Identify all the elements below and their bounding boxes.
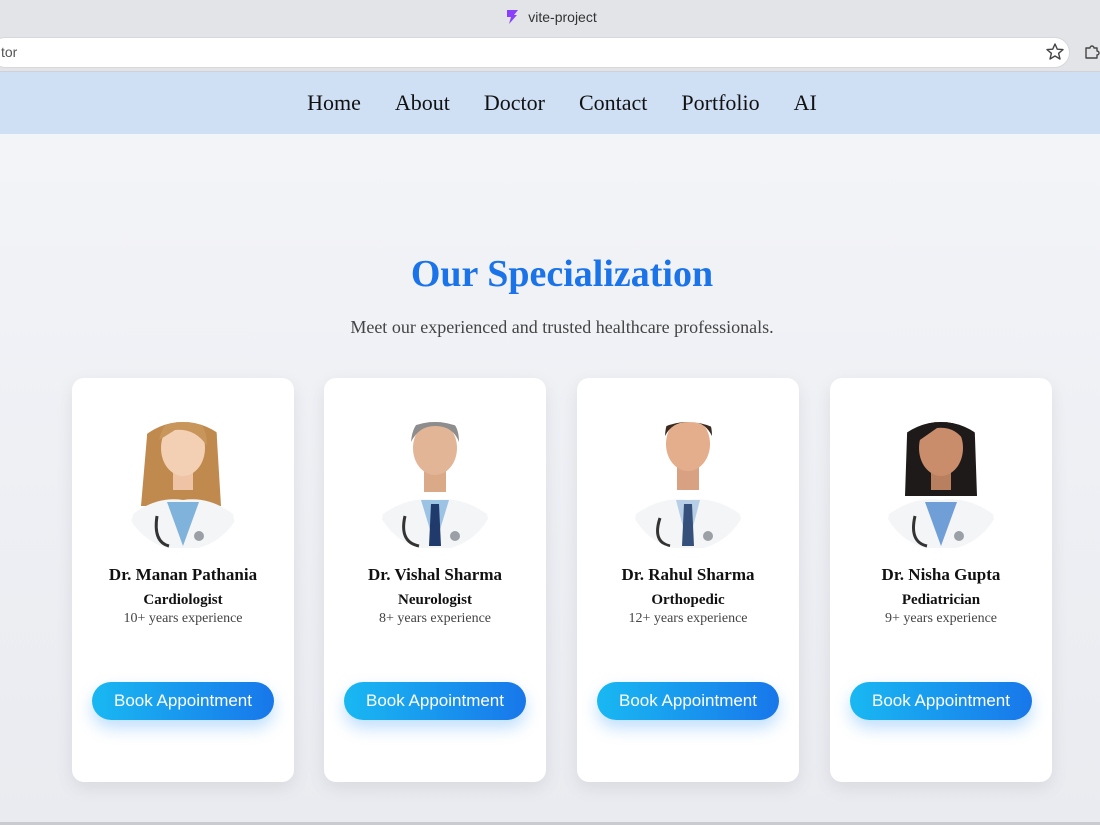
doctor-experience: 12+ years experience: [628, 611, 748, 626]
extensions-puzzle-icon[interactable]: [1082, 42, 1100, 62]
specialization-section: Our Specialization Meet our experienced …: [0, 134, 1100, 822]
book-appointment-button[interactable]: Book Appointment: [344, 682, 526, 720]
doctor-specialty: Neurologist: [398, 592, 472, 608]
doctor-specialty: Pediatrician: [901, 592, 981, 608]
doctor-experience: 9+ years experience: [884, 611, 998, 626]
doctor-specialty: Cardiologist: [143, 592, 223, 608]
doctor-name: Dr. Manan Pathania: [108, 565, 258, 584]
nav-home[interactable]: Home: [307, 90, 361, 116]
doctor-photo-avatar: [121, 422, 245, 548]
doctor-name: Dr. Rahul Sharma: [621, 565, 755, 584]
nav-doctor[interactable]: Doctor: [484, 90, 545, 116]
book-appointment-button[interactable]: Book Appointment: [597, 682, 779, 720]
tab-title-text: vite-project: [528, 9, 597, 25]
doctor-specialty: Orthopedic: [651, 592, 725, 608]
section-title: Our Specialization: [410, 253, 714, 295]
section-subtitle: Meet our experienced and trusted healthc…: [350, 317, 774, 337]
book-appointment-button[interactable]: Book Appointment: [850, 682, 1032, 720]
nav-about[interactable]: About: [395, 90, 450, 116]
doctor-experience: 10+ years experience: [123, 611, 243, 626]
book-appointment-button[interactable]: Book Appointment: [92, 682, 274, 720]
address-bar-row: tor: [0, 34, 1100, 72]
doctor-card: Dr. Manan Pathania Cardiologist 10+ year…: [72, 378, 294, 782]
browser-tab[interactable]: vite-project: [0, 0, 1100, 34]
nav-contact[interactable]: Contact: [579, 90, 647, 116]
doctor-card: Dr. Rahul Sharma Orthopedic 12+ years ex…: [577, 378, 799, 782]
main-navbar: Home About Doctor Contact Portfolio AI: [0, 72, 1100, 134]
bookmark-star-icon[interactable]: [1045, 42, 1065, 62]
doctor-experience: 8+ years experience: [378, 611, 492, 626]
doctor-photo-avatar: [373, 422, 497, 548]
doctor-card: Dr. Vishal Sharma Neurologist 8+ years e…: [324, 378, 546, 782]
doctor-name: Dr. Nisha Gupta: [881, 565, 1001, 584]
doctor-card: Dr. Nisha Gupta Pediatrician 9+ years ex…: [830, 378, 1052, 782]
doctor-photo-avatar: [879, 422, 1003, 548]
nav-portfolio[interactable]: Portfolio: [681, 90, 759, 116]
nav-ai[interactable]: AI: [794, 90, 817, 116]
doctor-name: Dr. Vishal Sharma: [368, 565, 502, 584]
doctor-photo-avatar: [626, 422, 750, 548]
address-input[interactable]: tor: [0, 37, 1070, 68]
vite-bolt-icon: [503, 8, 521, 26]
